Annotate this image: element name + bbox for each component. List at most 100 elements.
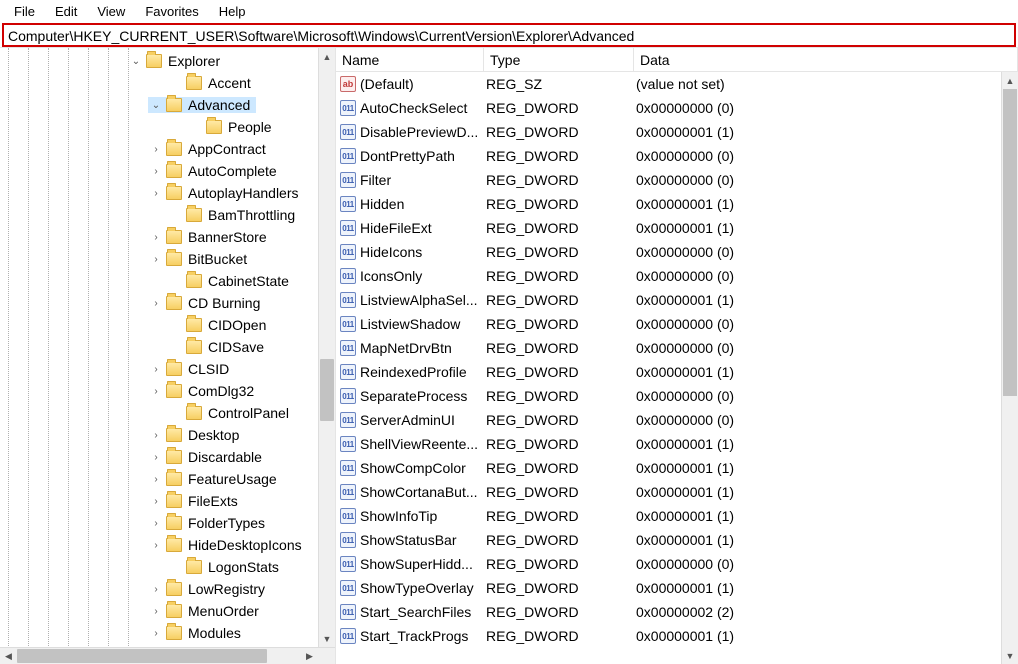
- column-header-name[interactable]: Name: [336, 48, 484, 71]
- tree-item[interactable]: ›FeatureUsage: [0, 468, 335, 490]
- tree-item[interactable]: CIDOpen: [0, 314, 335, 336]
- value-row[interactable]: HideIconsREG_DWORD0x00000000 (0): [336, 240, 1018, 264]
- menu-favorites[interactable]: Favorites: [135, 2, 208, 21]
- folder-icon: [166, 450, 182, 464]
- value-row[interactable]: ShellViewReente...REG_DWORD0x00000001 (1…: [336, 432, 1018, 456]
- menu-view[interactable]: View: [87, 2, 135, 21]
- value-row[interactable]: DisablePreviewD...REG_DWORD0x00000001 (1…: [336, 120, 1018, 144]
- address-bar[interactable]: Computer\HKEY_CURRENT_USER\Software\Micr…: [2, 23, 1016, 47]
- tree-item[interactable]: People: [0, 116, 335, 138]
- value-row[interactable]: HideFileExtREG_DWORD0x00000001 (1): [336, 216, 1018, 240]
- chevron-right-icon[interactable]: ›: [148, 298, 164, 309]
- tree-item[interactable]: ›BitBucket: [0, 248, 335, 270]
- tree-item[interactable]: ›CD Burning: [0, 292, 335, 314]
- menu-help[interactable]: Help: [209, 2, 256, 21]
- value-row[interactable]: Start_TrackProgsREG_DWORD0x00000001 (1): [336, 624, 1018, 648]
- value-row[interactable]: ServerAdminUIREG_DWORD0x00000000 (0): [336, 408, 1018, 432]
- chevron-right-icon[interactable]: ›: [148, 144, 164, 155]
- value-row[interactable]: ShowStatusBarREG_DWORD0x00000001 (1): [336, 528, 1018, 552]
- tree-item[interactable]: CabinetState: [0, 270, 335, 292]
- scrollbar-thumb[interactable]: [320, 359, 334, 421]
- tree-item[interactable]: LogonStats: [0, 556, 335, 578]
- chevron-right-icon[interactable]: ›: [148, 386, 164, 397]
- chevron-right-icon[interactable]: ›: [148, 628, 164, 639]
- scrollbar-thumb[interactable]: [17, 649, 267, 663]
- column-header-type[interactable]: Type: [484, 48, 634, 71]
- chevron-right-icon[interactable]: ›: [148, 474, 164, 485]
- value-data: 0x00000000 (0): [634, 340, 1018, 356]
- value-type: REG_DWORD: [484, 388, 634, 404]
- chevron-right-icon[interactable]: ›: [148, 584, 164, 595]
- chevron-right-icon[interactable]: ›: [148, 606, 164, 617]
- value-row[interactable]: IconsOnlyREG_DWORD0x00000000 (0): [336, 264, 1018, 288]
- scroll-down-icon[interactable]: ▼: [319, 630, 335, 647]
- values-list[interactable]: (Default)REG_SZ(value not set)AutoCheckS…: [336, 72, 1018, 648]
- scrollbar-thumb[interactable]: [1003, 89, 1017, 396]
- tree-item[interactable]: ›Modules: [0, 622, 335, 644]
- chevron-right-icon[interactable]: ›: [148, 430, 164, 441]
- chevron-right-icon[interactable]: ›: [148, 232, 164, 243]
- tree-item[interactable]: ›CLSID: [0, 358, 335, 380]
- tree-item[interactable]: Accent: [0, 72, 335, 94]
- chevron-right-icon[interactable]: ›: [148, 496, 164, 507]
- chevron-right-icon[interactable]: ›: [148, 364, 164, 375]
- tree-item[interactable]: ›MenuOrder: [0, 600, 335, 622]
- value-row[interactable]: MapNetDrvBtnREG_DWORD0x00000000 (0): [336, 336, 1018, 360]
- value-row[interactable]: HiddenREG_DWORD0x00000001 (1): [336, 192, 1018, 216]
- value-row[interactable]: ReindexedProfileREG_DWORD0x00000001 (1): [336, 360, 1018, 384]
- tree-item[interactable]: ›AppContract: [0, 138, 335, 160]
- column-header-data[interactable]: Data: [634, 48, 1018, 71]
- value-row[interactable]: ShowCortanaBut...REG_DWORD0x00000001 (1): [336, 480, 1018, 504]
- tree-vertical-scrollbar[interactable]: ▲ ▼: [318, 48, 335, 647]
- value-row[interactable]: ShowSuperHidd...REG_DWORD0x00000000 (0): [336, 552, 1018, 576]
- value-row[interactable]: SeparateProcessREG_DWORD0x00000000 (0): [336, 384, 1018, 408]
- tree-item[interactable]: ControlPanel: [0, 402, 335, 424]
- dword-value-icon: [340, 268, 356, 284]
- value-row[interactable]: ShowInfoTipREG_DWORD0x00000001 (1): [336, 504, 1018, 528]
- chevron-right-icon[interactable]: ›: [148, 254, 164, 265]
- tree-item[interactable]: ›FolderTypes: [0, 512, 335, 534]
- value-row[interactable]: Start_SearchFilesREG_DWORD0x00000002 (2): [336, 600, 1018, 624]
- chevron-down-icon[interactable]: ⌄: [148, 100, 164, 111]
- values-vertical-scrollbar[interactable]: ▲ ▼: [1001, 72, 1018, 664]
- tree-item[interactable]: CIDSave: [0, 336, 335, 358]
- scroll-up-icon[interactable]: ▲: [1002, 72, 1018, 89]
- value-row[interactable]: (Default)REG_SZ(value not set): [336, 72, 1018, 96]
- scroll-down-icon[interactable]: ▼: [1002, 647, 1018, 664]
- folder-icon: [186, 274, 202, 288]
- tree-item[interactable]: ›Desktop: [0, 424, 335, 446]
- value-row[interactable]: ShowCompColorREG_DWORD0x00000001 (1): [336, 456, 1018, 480]
- tree-item[interactable]: ⌄Advanced: [0, 94, 335, 116]
- scroll-left-icon[interactable]: ◀: [0, 648, 17, 664]
- chevron-right-icon[interactable]: ›: [148, 166, 164, 177]
- scroll-right-icon[interactable]: ▶: [301, 648, 318, 664]
- value-row[interactable]: ListviewShadowREG_DWORD0x00000000 (0): [336, 312, 1018, 336]
- value-row[interactable]: AutoCheckSelectREG_DWORD0x00000000 (0): [336, 96, 1018, 120]
- tree-item[interactable]: ›ComDlg32: [0, 380, 335, 402]
- value-row[interactable]: DontPrettyPathREG_DWORD0x00000000 (0): [336, 144, 1018, 168]
- value-name: ListviewAlphaSel...: [360, 292, 478, 308]
- tree-item[interactable]: ›HideDesktopIcons: [0, 534, 335, 556]
- registry-tree[interactable]: ⌄ExplorerAccent⌄AdvancedPeople›AppContra…: [0, 48, 335, 644]
- menu-edit[interactable]: Edit: [45, 2, 87, 21]
- tree-item[interactable]: ›AutoComplete: [0, 160, 335, 182]
- value-row[interactable]: ListviewAlphaSel...REG_DWORD0x00000001 (…: [336, 288, 1018, 312]
- tree-item[interactable]: ›BannerStore: [0, 226, 335, 248]
- tree-item[interactable]: BamThrottling: [0, 204, 335, 226]
- chevron-right-icon[interactable]: ›: [148, 518, 164, 529]
- tree-horizontal-scrollbar[interactable]: ◀ ▶: [0, 647, 335, 664]
- chevron-down-icon[interactable]: ⌄: [128, 56, 144, 67]
- tree-item[interactable]: ›AutoplayHandlers: [0, 182, 335, 204]
- value-data: 0x00000001 (1): [634, 436, 1018, 452]
- tree-item[interactable]: ›FileExts: [0, 490, 335, 512]
- scroll-up-icon[interactable]: ▲: [319, 48, 335, 65]
- tree-item[interactable]: ›Discardable: [0, 446, 335, 468]
- menu-file[interactable]: File: [4, 2, 45, 21]
- tree-item[interactable]: ⌄Explorer: [0, 50, 335, 72]
- chevron-right-icon[interactable]: ›: [148, 452, 164, 463]
- chevron-right-icon[interactable]: ›: [148, 540, 164, 551]
- value-row[interactable]: ShowTypeOverlayREG_DWORD0x00000001 (1): [336, 576, 1018, 600]
- tree-item[interactable]: ›LowRegistry: [0, 578, 335, 600]
- chevron-right-icon[interactable]: ›: [148, 188, 164, 199]
- value-row[interactable]: FilterREG_DWORD0x00000000 (0): [336, 168, 1018, 192]
